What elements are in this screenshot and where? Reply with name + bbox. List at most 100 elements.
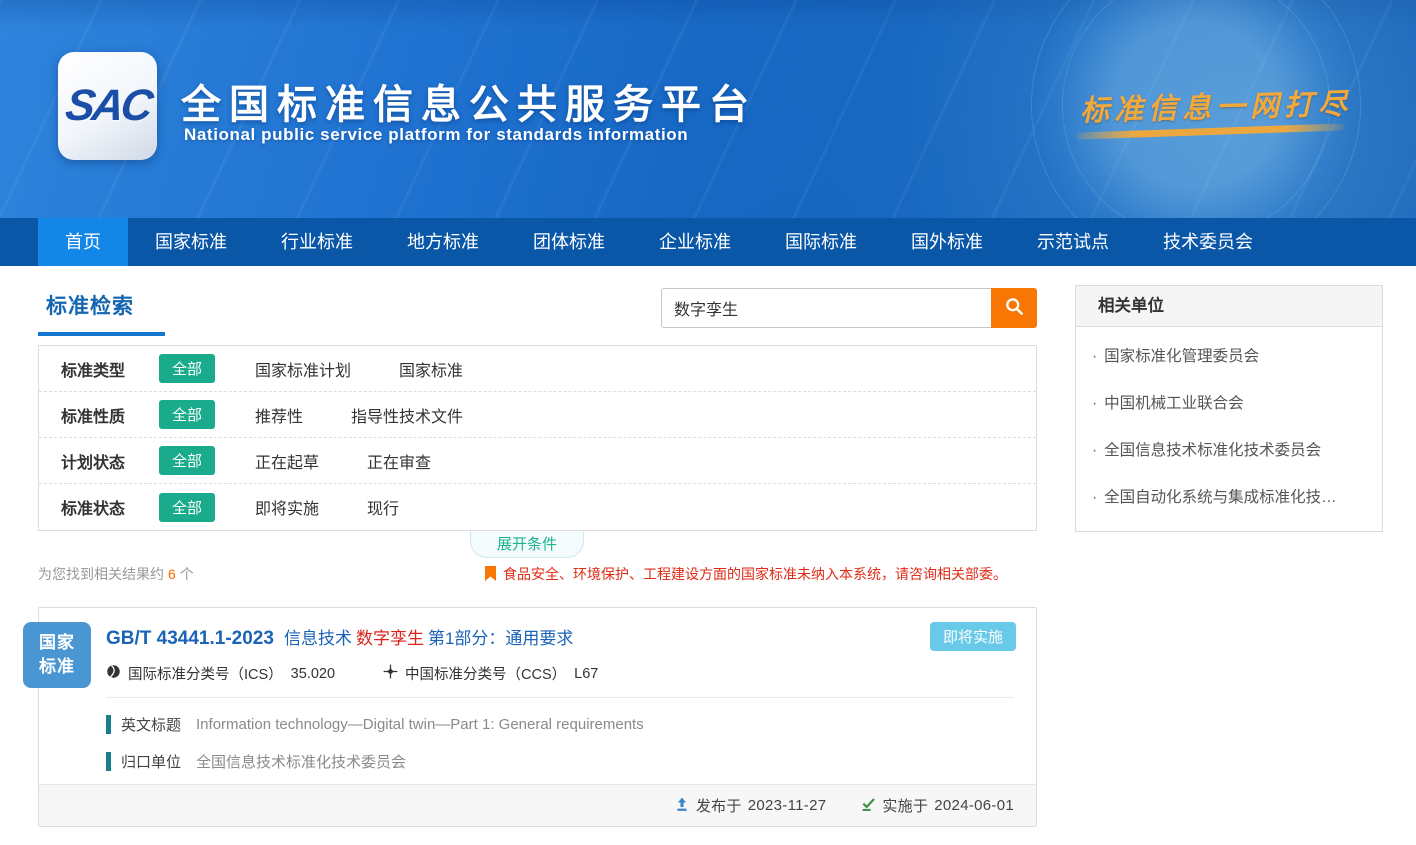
filter-box: 标准类型全部国家标准计划国家标准标准性质全部推荐性指导性技术文件计划状态全部正在… xyxy=(38,345,1037,531)
filter-label: 标准性质 xyxy=(61,403,159,427)
search-header: 标准检索 xyxy=(38,266,1037,345)
standard-code[interactable]: GB/T 43441.1-2023 xyxy=(106,628,274,649)
ics-value: 35.020 xyxy=(291,666,335,682)
card-divider xyxy=(106,697,1014,698)
publish-label: 发布于 xyxy=(696,795,742,816)
nav-tab-4[interactable]: 地方标准 xyxy=(380,218,506,266)
site-title: 全国标准信息公共服务平台 xyxy=(181,72,757,130)
magnifier-icon xyxy=(1004,296,1025,320)
compass-icon xyxy=(383,664,405,683)
info-value: Information technology—Digital twin—Part… xyxy=(196,716,644,733)
filter-option[interactable]: 国家标准 xyxy=(399,357,463,381)
filter-label: 标准类型 xyxy=(61,357,159,381)
classification-row: 国际标准分类号（ICS） 35.020 中国标准分类号（CCS） L67 xyxy=(106,663,1014,684)
standard-type-badge: 国家 标准 xyxy=(23,622,91,688)
filter-option[interactable]: 正在起草 xyxy=(255,449,319,473)
nav-tab-7[interactable]: 国际标准 xyxy=(758,218,884,266)
related-units-panel: 相关单位 国家标准化管理委员会中国机械工业联合会全国信息技术标准化技术委员会全国… xyxy=(1075,285,1383,532)
related-unit-link-1[interactable]: 国家标准化管理委员会 xyxy=(1092,333,1364,380)
publish-date: 2023-11-27 xyxy=(748,797,827,814)
globe-icon xyxy=(106,664,128,683)
filter-label: 标准状态 xyxy=(61,495,159,519)
sac-logo-text: SAC xyxy=(62,81,153,131)
result-count-number: 6 xyxy=(164,566,180,582)
card-body: GB/T 43441.1-2023 信息技术数字孪生第1部分：通用要求 国际标准分… xyxy=(39,608,1036,772)
search-button[interactable] xyxy=(991,288,1037,328)
filter-all-button[interactable]: 全部 xyxy=(159,400,215,429)
nav-tab-1[interactable]: 首页 xyxy=(38,218,128,266)
implement-date-item: 实施于 2024-06-01 xyxy=(860,795,1014,816)
standard-title-part1[interactable]: 信息技术 xyxy=(284,629,352,648)
nav-tab-5[interactable]: 团体标准 xyxy=(506,218,632,266)
main-content: 标准检索 标准类型全部国家标准计划国家标准标准性质全部推荐性指导性技术文件计划状… xyxy=(0,266,1416,845)
standard-title-link[interactable]: GB/T 43441.1-2023 信息技术数字孪生第1部分：通用要求 xyxy=(106,608,1014,650)
publish-date-item: 发布于 2023-11-27 xyxy=(674,795,827,816)
ccs-label: 中国标准分类号（CCS） xyxy=(405,663,566,684)
ics-item: 国际标准分类号（ICS） 35.020 xyxy=(106,663,335,684)
standard-title-part2[interactable]: 第1部分：通用要求 xyxy=(428,629,573,648)
nav-tab-2[interactable]: 国家标准 xyxy=(128,218,254,266)
page-title: 标准检索 xyxy=(46,290,134,320)
filter-option[interactable]: 即将实施 xyxy=(255,495,319,519)
expand-conditions-button[interactable]: 展开条件 xyxy=(470,531,584,558)
filter-label: 计划状态 xyxy=(61,449,159,473)
result-count-suffix: 个 xyxy=(180,566,194,582)
implement-date: 2024-06-01 xyxy=(934,797,1014,814)
ccs-value: L67 xyxy=(574,666,598,682)
results-info-row: 为您找到相关结果约6个 食品安全、环境保护、工程建设方面的国家标准未纳入本系统，… xyxy=(38,560,1037,586)
nav-tabs: 首页国家标准行业标准地方标准团体标准企业标准国际标准国外标准示范试点技术委员会 xyxy=(38,218,1416,266)
left-column: 标准检索 标准类型全部国家标准计划国家标准标准性质全部推荐性指导性技术文件计划状… xyxy=(38,266,1037,845)
result-count: 为您找到相关结果约6个 xyxy=(38,564,194,584)
implement-label: 实施于 xyxy=(882,795,928,816)
ics-label: 国际标准分类号（ICS） xyxy=(128,663,283,684)
result-card: 国家 标准 即将实施 GB/T 43441.1-2023信息技术数字孪生第1部分… xyxy=(38,607,1037,827)
filter-option[interactable]: 国家标准计划 xyxy=(255,357,351,381)
related-unit-link-4[interactable]: 全国自动化系统与集成标准化技… xyxy=(1092,474,1364,521)
filter-option[interactable]: 指导性技术文件 xyxy=(351,403,463,427)
related-unit-link-3[interactable]: 全国信息技术标准化技术委员会 xyxy=(1092,427,1364,474)
search-bar xyxy=(661,288,1037,328)
info-value: 全国信息技术标准化技术委员会 xyxy=(196,751,406,772)
filter-option[interactable]: 推荐性 xyxy=(255,403,303,427)
info-label: 英文标题 xyxy=(121,714,181,735)
related-units-list: 国家标准化管理委员会中国机械工业联合会全国信息技术标准化技术委员会全国自动化系统… xyxy=(1076,327,1382,531)
card-info-row-2: 归口单位全国信息技术标准化技术委员会 xyxy=(106,751,1014,772)
result-count-prefix: 为您找到相关结果约 xyxy=(38,566,164,582)
badge-line2: 标准 xyxy=(39,655,75,679)
filter-row-2: 标准性质全部 推荐性 指导性技术文件 xyxy=(39,392,1036,438)
related-units-title: 相关单位 xyxy=(1076,286,1382,327)
card-info-row-1: 英文标题 Information technology—Digital twin—… xyxy=(106,714,1014,735)
card-footer: 发布于 2023-11-27 实施于 2024-06-01 xyxy=(39,784,1036,826)
nav-tab-3[interactable]: 行业标准 xyxy=(254,218,380,266)
card-info-rows: 英文标题 Information technology—Digital twin—… xyxy=(106,714,1014,772)
nav-tab-9[interactable]: 示范试点 xyxy=(1010,218,1136,266)
check-icon xyxy=(860,796,882,816)
bookmark-icon xyxy=(485,566,496,581)
system-notice: 食品安全、环境保护、工程建设方面的国家标准未纳入本系统，请咨询相关部委。 xyxy=(485,564,1007,584)
filter-all-button[interactable]: 全部 xyxy=(159,446,215,475)
nav-tab-8[interactable]: 国外标准 xyxy=(884,218,1010,266)
upload-icon xyxy=(674,796,696,816)
system-notice-text: 食品安全、环境保护、工程建设方面的国家标准未纳入本系统，请咨询相关部委。 xyxy=(503,566,1007,582)
filter-row-4: 标准状态全部 即将实施 现行 xyxy=(39,484,1036,530)
nav-tab-10[interactable]: 技术委员会 xyxy=(1136,218,1280,266)
banner-slogan: 标准信息一网打尽 xyxy=(1079,80,1352,129)
search-input[interactable] xyxy=(661,288,991,328)
filter-option[interactable]: 正在审查 xyxy=(367,449,431,473)
title-underline xyxy=(38,332,165,336)
header-banner: SAC 全国标准信息公共服务平台 National public service… xyxy=(0,0,1416,218)
ccs-item: 中国标准分类号（CCS） L67 xyxy=(383,663,598,684)
filter-all-button[interactable]: 全部 xyxy=(159,493,215,522)
nav-tab-6[interactable]: 企业标准 xyxy=(632,218,758,266)
badge-line1: 国家 xyxy=(39,631,75,655)
search-term-highlight[interactable]: 数字孪生 xyxy=(356,629,424,648)
site-subtitle: National public service platform for sta… xyxy=(184,125,688,145)
filter-row-1: 标准类型全部 国家标准计划 国家标准 xyxy=(39,346,1036,392)
main-nav: 首页国家标准行业标准地方标准团体标准企业标准国际标准国外标准示范试点技术委员会 xyxy=(0,218,1416,266)
sac-logo[interactable]: SAC xyxy=(58,52,157,160)
related-unit-link-2[interactable]: 中国机械工业联合会 xyxy=(1092,380,1364,427)
info-label: 归口单位 xyxy=(121,751,181,772)
filter-option[interactable]: 现行 xyxy=(367,495,399,519)
filter-row-3: 计划状态全部 正在起草 正在审查 xyxy=(39,438,1036,484)
filter-all-button[interactable]: 全部 xyxy=(159,354,215,383)
